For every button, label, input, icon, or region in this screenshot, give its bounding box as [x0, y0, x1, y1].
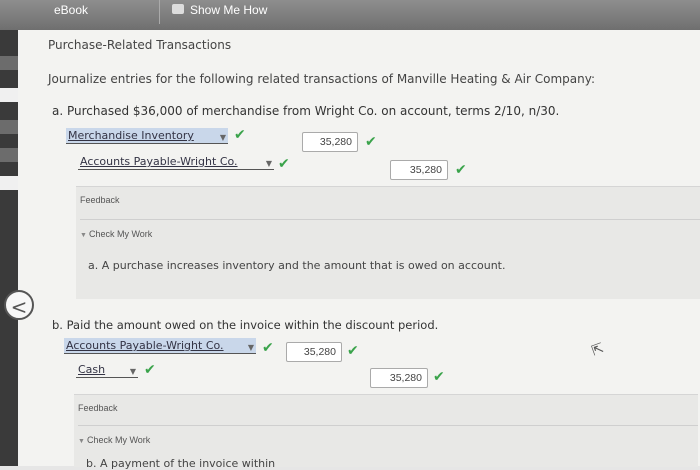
check-icon: ✔ — [365, 134, 377, 150]
triangle-down-icon: ▼ — [80, 232, 87, 239]
ebook-tab[interactable]: eBook — [40, 0, 160, 24]
credit-input-b2[interactable]: 35,280 — [370, 368, 428, 388]
debit-input-a1[interactable]: 35,280 — [302, 132, 358, 152]
feedback-panel-a: Feedback ▼ Check My Work a. A purchase in… — [76, 186, 700, 299]
check-icon: ✔ — [278, 156, 290, 172]
question-b: b. Paid the amount owed on the invoice w… — [52, 318, 439, 332]
feedback-label: Feedback — [80, 195, 120, 205]
credit-input-a2[interactable]: 35,280 — [390, 160, 448, 180]
check-icon: ✔ — [455, 162, 467, 178]
check-icon: ✔ — [433, 369, 445, 385]
account-select-a1[interactable]: Merchandise Inventory ▼ — [66, 128, 228, 144]
feedback-panel-b: Feedback ▼ Check My Work b. A payment of … — [74, 394, 698, 470]
debit-input-b1[interactable]: 35,280 — [286, 342, 342, 362]
check-icon: ✔ — [234, 127, 246, 143]
left-strip — [0, 30, 18, 466]
video-icon — [172, 4, 184, 14]
top-toolbar: eBook Show Me How — [0, 0, 700, 30]
triangle-down-icon: ▼ — [78, 438, 85, 445]
show-me-how-label: Show Me How — [190, 3, 268, 17]
mouse-cursor-icon: ⇱ — [589, 340, 607, 360]
chevron-down-icon: ▼ — [247, 343, 254, 352]
feedback-text: b. A payment of the invoice within — [86, 457, 276, 470]
chevron-down-icon: ▼ — [129, 367, 136, 376]
account-select-b2[interactable]: Cash ▼ — [76, 362, 138, 378]
feedback-label: Feedback — [78, 403, 118, 413]
account-select-b1[interactable]: Accounts Payable-Wright Co. ▼ — [64, 338, 256, 354]
ebook-label: eBook — [54, 3, 89, 17]
show-me-how-tab[interactable]: Show Me How — [168, 0, 267, 24]
instructions: Journalize entries for the following rel… — [48, 72, 595, 86]
feedback-text: a. A purchase increases inventory and th… — [88, 259, 506, 272]
assignment-page: Purchase-Related Transactions Journalize… — [18, 30, 700, 470]
chevron-down-icon: ▼ — [219, 133, 226, 142]
account-select-a2[interactable]: Accounts Payable-Wright Co. ▼ — [78, 154, 274, 170]
check-icon: ✔ — [144, 362, 156, 378]
question-a: a. Purchased $36,000 of merchandise from… — [52, 104, 560, 118]
back-arrow-button[interactable]: < — [4, 290, 34, 320]
check-my-work-toggle[interactable]: ▼ Check My Work — [78, 435, 150, 445]
chevron-down-icon: ▼ — [265, 159, 272, 168]
check-icon: ✔ — [262, 340, 274, 356]
page-title: Purchase-Related Transactions — [48, 38, 232, 52]
check-icon: ✔ — [347, 343, 359, 359]
check-my-work-toggle[interactable]: ▼ Check My Work — [80, 229, 152, 239]
